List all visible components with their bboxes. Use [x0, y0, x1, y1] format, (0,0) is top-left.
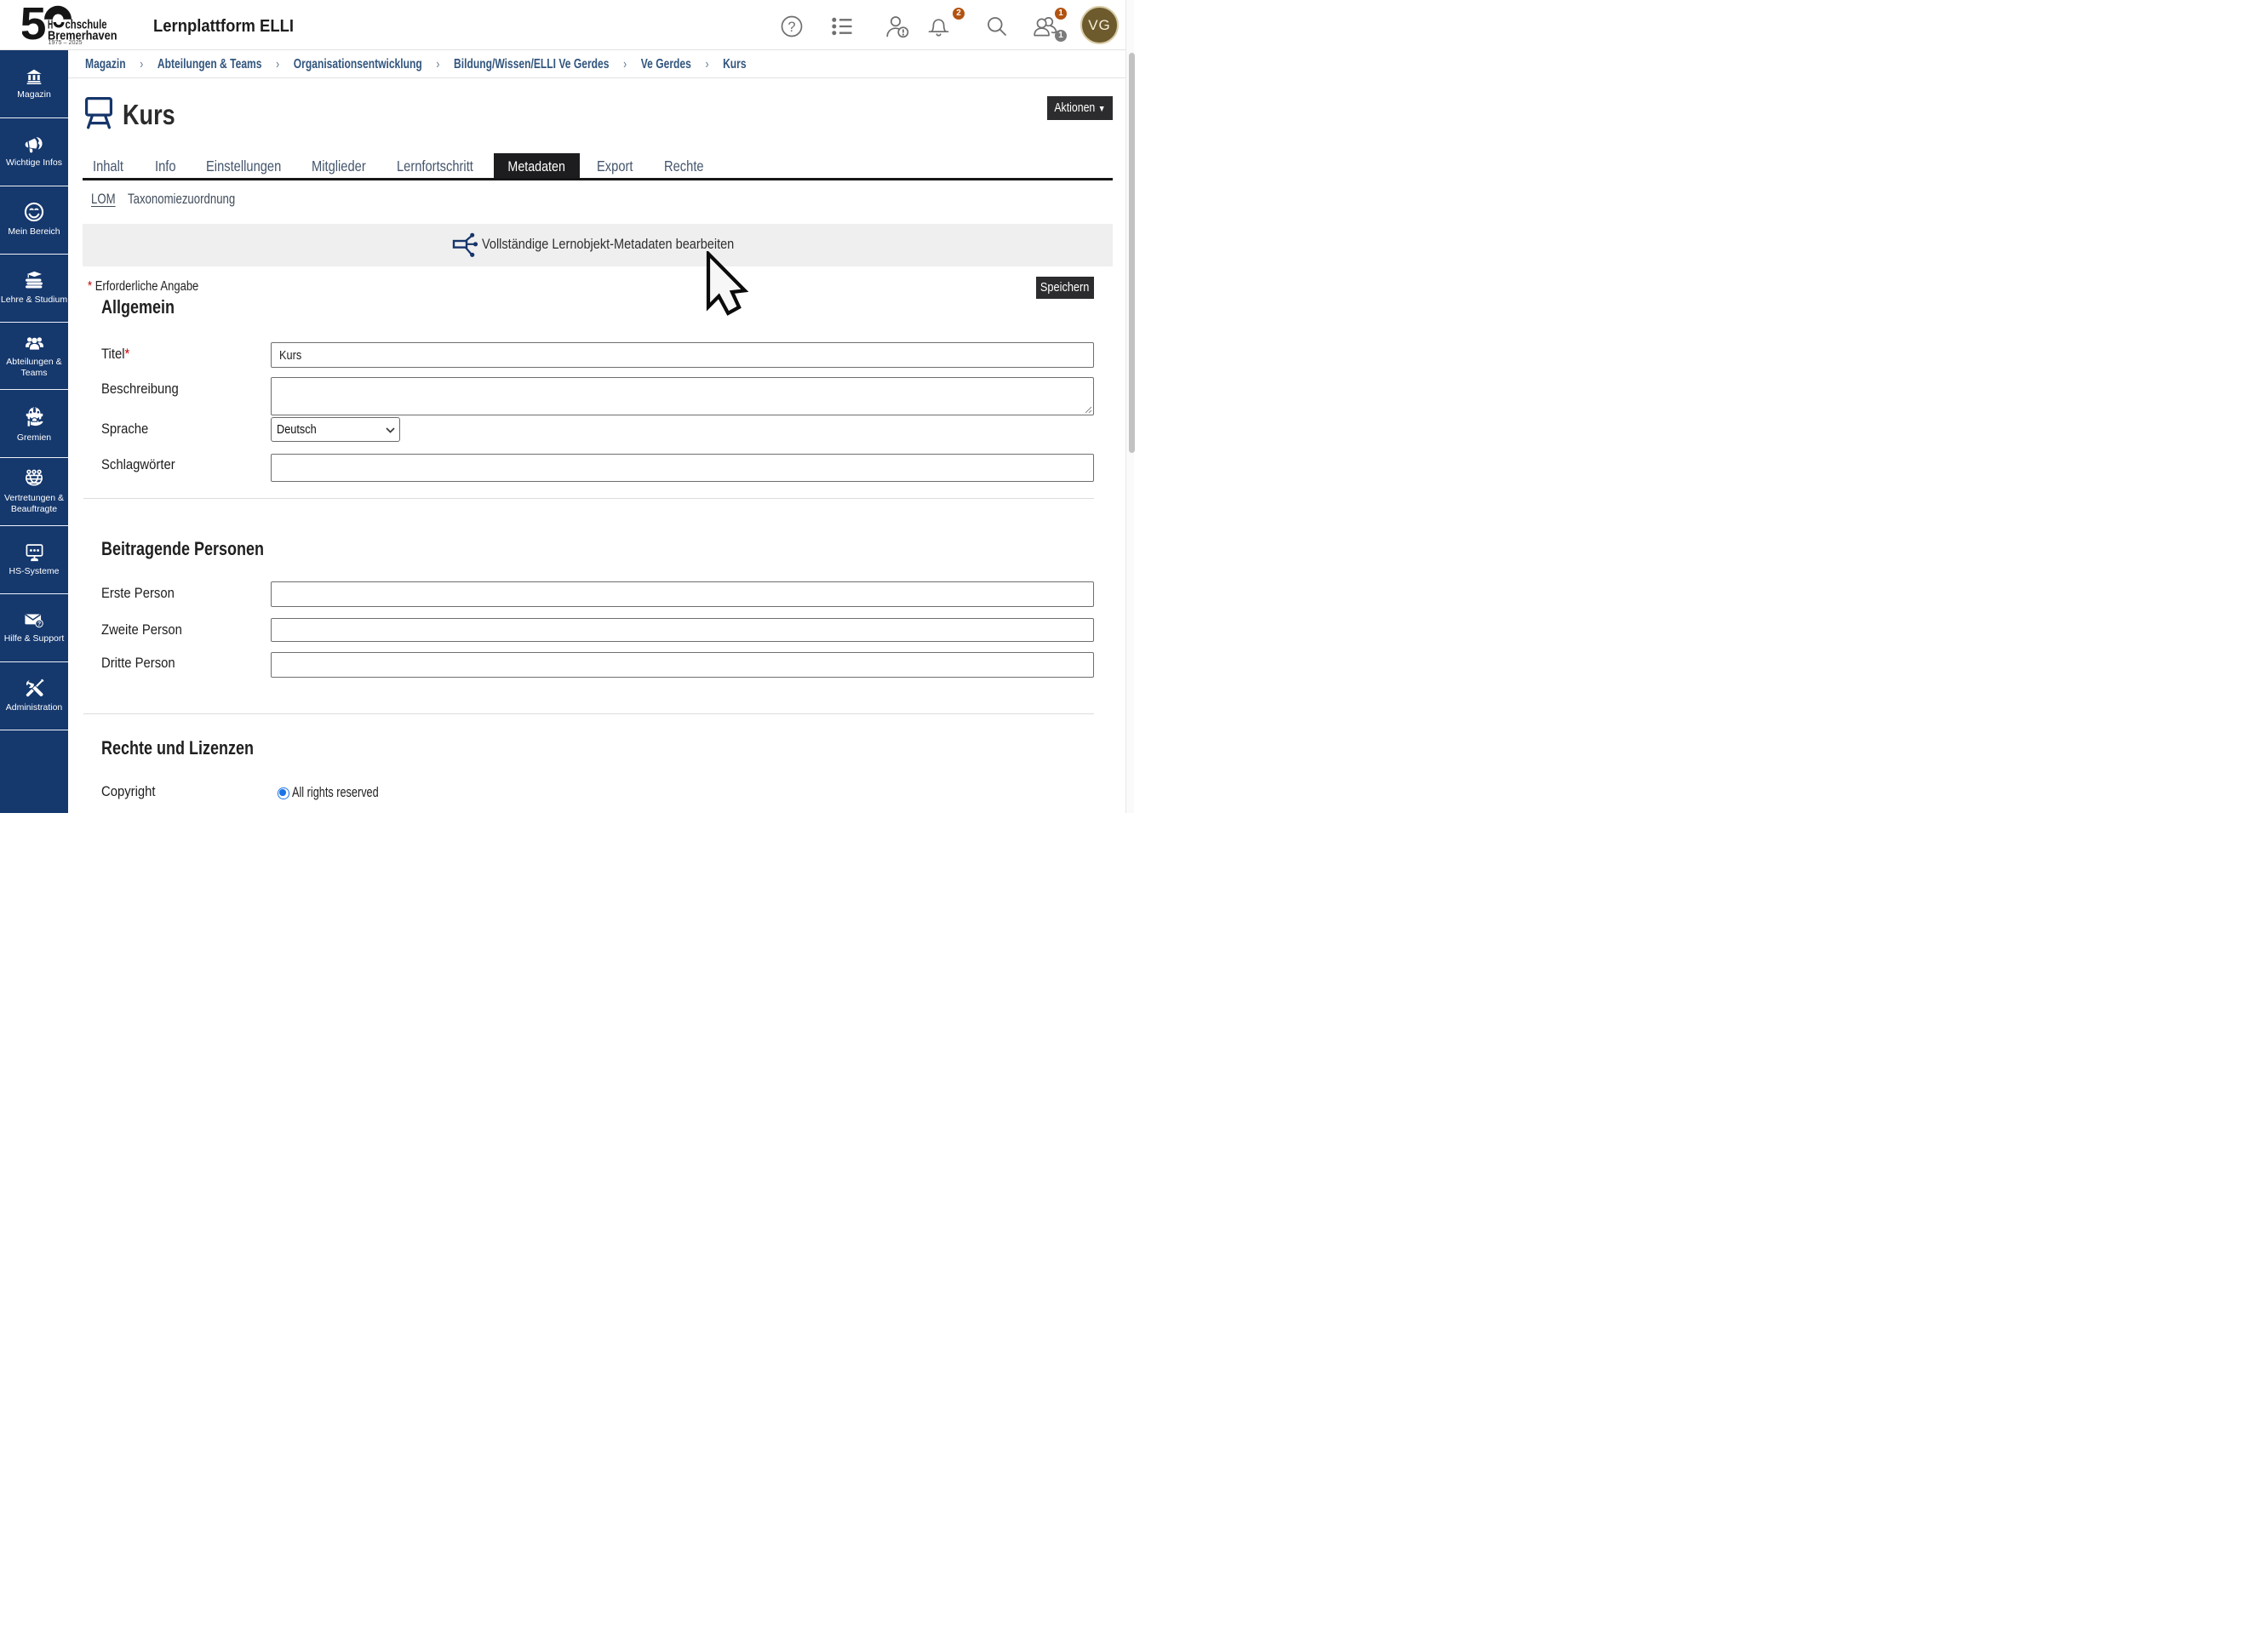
svg-text:5: 5 [22, 5, 47, 47]
svg-text:?: ? [788, 20, 795, 35]
svg-text:1975 – 2025: 1975 – 2025 [48, 38, 82, 46]
svg-text:?: ? [37, 620, 42, 627]
